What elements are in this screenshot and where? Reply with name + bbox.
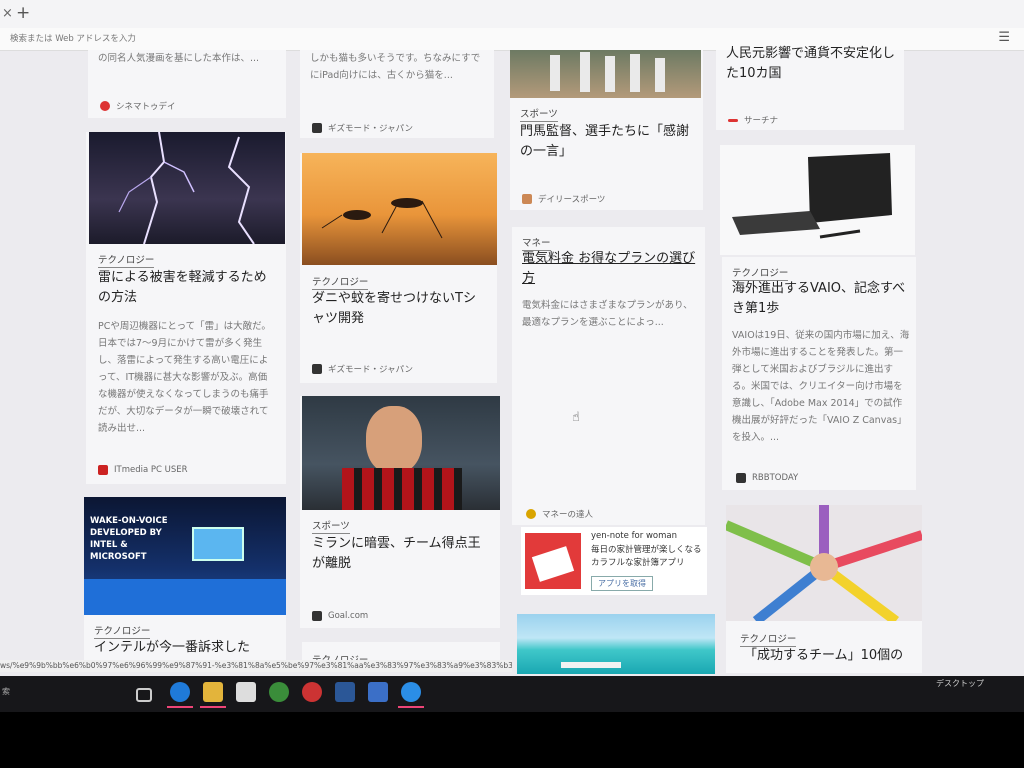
status-url: ws/%e9%9b%bb%e6%b0%97%e6%96%99%e9%87%91-… [0,660,512,672]
new-tab-button[interactable]: + [16,3,30,23]
card-title[interactable]: インテルが今一番訴求した [94,638,276,658]
baseball-image [510,50,701,98]
hub-menu-icon[interactable]: ☰ [998,30,1010,45]
card-category[interactable]: テクノロジー [98,252,155,268]
source-icon [312,611,322,621]
app-icon[interactable] [269,682,289,702]
card-title[interactable]: ダニや蚊を寄せつけないTシャツ開発 [312,289,482,329]
source-icon [100,101,110,111]
news-card[interactable]: の同名人気漫画を基にした本作は、... シネマトゥデイ [88,50,286,118]
card-category[interactable]: スポーツ [312,518,350,534]
news-card[interactable]: 人民元影響で通貨不安定化した10カ国 サーチナ [716,46,904,130]
intel-image-caption: WAKE-ON-VOICE DEVELOPED BY INTEL & MICRO… [90,516,168,562]
source-icon [728,118,738,122]
source-icon [312,364,322,374]
news-card[interactable]: テクノロジー 「成功するチーム」10個の [726,505,922,673]
card-category[interactable]: テクノロジー [94,623,151,639]
app-ad-card[interactable]: yen-note for woman 毎日の家計管理が楽しくなるカラフルな家計簿… [521,527,707,595]
team-hands-image [726,505,922,621]
desktop-toolbar-label[interactable]: デスクトップ [936,678,984,689]
browser-window: × + 検索または Web アドレスを入力 ☰ の同名人気漫画を基にした本作は、… [0,0,1024,690]
card-category[interactable]: テクノロジー [312,274,369,290]
news-card[interactable]: スポーツ ミランに暗雲、チーム得点王が離脱 Goal.com [300,396,500,628]
ad-body: 毎日の家計管理が楽しくなるカラフルな家計簿アプリ [591,545,702,568]
active-indicator [167,706,193,708]
card-source: ギズモード・ジャパン [312,122,413,134]
card-snippet: の同名人気漫画を基にした本作は、... [98,53,260,64]
news-card[interactable]: スポーツ 門馬監督、選手たちに「感謝の一言」 デイリースポーツ [510,50,703,210]
close-tab-button[interactable]: × [2,6,13,21]
card-title[interactable]: 海外進出するVAIO、記念すべき第1歩 [732,279,908,319]
search-label[interactable]: 索 [2,686,10,697]
card-source: シネマトゥデイ [100,100,176,112]
card-source: デイリースポーツ [522,193,605,205]
active-indicator [398,706,424,708]
word-icon[interactable] [335,682,355,702]
card-snippet: しかも猫も多いそうです。ちなみにすでにiPad向けには、古くから猫を... [310,53,481,81]
card-title[interactable]: ミランに暗雲、チーム得点王が離脱 [312,534,492,574]
card-title[interactable]: 門馬監督、選手たちに「感謝の一言」 [520,122,690,162]
card-category[interactable]: テクノロジー [740,631,797,647]
tab-bar: × + [0,0,1024,28]
card-body: VAIOは19日、従来の国内市場に加え、海外市場に進出することを発表した。第一弾… [732,330,910,443]
intel-image: WAKE-ON-VOICE DEVELOPED BY INTEL & MICRO… [84,497,286,615]
hands-graphic [726,505,922,621]
file-explorer-icon[interactable] [203,682,223,702]
source-icon [522,194,532,204]
news-card[interactable]: テクノロジー 海外進出するVAIO、記念すべき第1歩 VAIOは19日、従来の国… [722,257,916,490]
lightning-bolt-graphic [118,132,255,244]
source-icon [312,123,322,133]
card-title[interactable]: 人民元影響で通貨不安定化した10カ国 [726,44,896,84]
vaio-laptop-image[interactable] [720,145,915,255]
app-icon[interactable] [302,682,322,702]
edge-browser-icon[interactable] [170,682,190,702]
mosquito-image [302,153,497,265]
ad-title: yen-note for woman [591,531,677,541]
card-source: ギズモード・ジャパン [312,363,413,375]
lightning-image [89,132,285,244]
app-icon [525,533,581,589]
taskbar: 索 デスクトップ [0,676,1024,712]
get-app-button[interactable]: アプリを取得 [591,576,653,591]
mosquito-graphic [321,198,443,239]
card-source: RBBTODAY [736,473,798,483]
mouse-cursor-icon: ☝ [572,410,580,425]
soccer-player-image [302,396,500,510]
laptop-graphic [732,153,892,239]
card-body: 電気料金にはさまざまなプランがあり、最適なプランを選ぶことによっ... [522,300,693,328]
source-icon [526,509,536,519]
beach-image[interactable] [517,614,715,674]
card-source: マネーの達人 [526,508,593,520]
store-icon[interactable] [236,682,256,702]
card-title[interactable]: 雷による被害を軽減するための方法 [98,268,276,308]
card-title[interactable]: 電気料金 お得なプランの選び方 [522,249,698,289]
address-input[interactable]: 検索または Web アドレスを入力 [10,32,136,44]
news-card[interactable]: テクノロジー 雷による被害を軽減するための方法 PCや周辺機器にとって「雷」は大… [86,132,286,484]
card-source: Goal.com [312,611,368,621]
source-icon [736,473,746,483]
app-icon[interactable] [368,682,388,702]
baseball-players-graphic [550,52,665,92]
source-icon [98,465,108,475]
news-card[interactable]: テクノロジー ダニや蚊を寄せつけないTシャツ開発 ギズモード・ジャパン [300,153,497,383]
news-card[interactable]: しかも猫も多いそうです。ちなみにすでにiPad向けには、古くから猫を... ギズ… [300,50,494,138]
card-title[interactable]: 「成功するチーム」10個の [744,646,920,666]
news-card[interactable]: マネー 電気料金 お得なプランの選び方 電気料金にはさまざまなプランがあり、最適… [512,227,705,525]
task-view-icon[interactable] [136,688,152,702]
news-card[interactable]: WAKE-ON-VOICE DEVELOPED BY INTEL & MICRO… [84,497,286,662]
internet-explorer-icon[interactable] [401,682,421,702]
card-source: ITmedia PC USER [98,465,188,475]
card-body: PCや周辺機器にとって「雷」は大敵だ。日本では7〜9月にかけて雷が多く発生し、落… [98,321,271,434]
active-indicator [200,706,226,708]
card-category[interactable]: スポーツ [520,106,558,122]
card-source: サーチナ [728,114,778,126]
